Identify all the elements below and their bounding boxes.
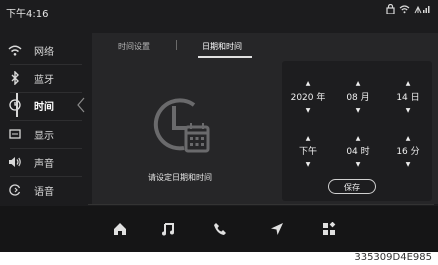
divider — [10, 176, 82, 177]
bluetooth-icon — [8, 71, 22, 85]
speaker-icon — [8, 155, 22, 169]
sidebar-item-label: 蓝牙 — [34, 74, 54, 86]
tab-divider — [176, 40, 177, 50]
tab-time-settings[interactable]: 时间设置 — [118, 41, 150, 52]
sidebar-item-label: 显示 — [34, 130, 54, 142]
music-button[interactable] — [155, 216, 181, 242]
year-down-arrow[interactable]: ▼ — [288, 108, 328, 114]
clock-calendar-icon — [153, 98, 210, 153]
sidebar-item-display[interactable]: 显示 — [0, 122, 84, 146]
status-icons — [386, 3, 430, 17]
divider — [10, 120, 82, 121]
month-down-arrow[interactable]: ▼ — [338, 108, 378, 114]
hour-down-arrow[interactable]: ▼ — [338, 162, 378, 168]
navigation-button[interactable] — [264, 216, 290, 242]
month-up-arrow[interactable]: ▲ — [338, 81, 378, 87]
sidebar-item-bluetooth[interactable]: 蓝牙 — [0, 66, 84, 90]
day-down-arrow[interactable]: ▼ — [388, 108, 428, 114]
status-time: 下午4:16 — [6, 9, 49, 20]
clock-icon — [8, 98, 22, 112]
wifi-icon — [8, 43, 22, 57]
sidebar-item-network[interactable]: 网络 — [0, 38, 84, 62]
ampm-value: 下午 — [298, 147, 317, 157]
year-up-arrow[interactable]: ▲ — [288, 81, 328, 87]
month-value: 08 月 — [346, 93, 370, 103]
divider — [10, 64, 82, 65]
navigation-icon — [271, 223, 283, 235]
hour-up-arrow[interactable]: ▲ — [338, 136, 378, 142]
sidebar-item-time[interactable]: 时间 — [0, 93, 84, 117]
hour-value: 04 时 — [346, 147, 370, 157]
phone-button[interactable] — [207, 216, 233, 242]
home-button[interactable] — [107, 216, 133, 242]
music-icon — [162, 223, 174, 236]
apps-icon — [323, 222, 336, 235]
divider — [10, 148, 82, 149]
signal-icon — [414, 4, 430, 17]
year-value: 2020 年 — [290, 93, 326, 103]
phone-icon — [214, 223, 226, 235]
date-time-picker: ▲ ▲ ▲ 2020 年 08 月 14 日 ▼ ▼ ▼ ▲ ▲ ▲ 下午 04… — [282, 61, 432, 201]
chevron-left-icon — [77, 97, 85, 113]
figure-code: 335309D4E985 — [354, 252, 432, 263]
sidebar-item-sound[interactable]: 声音 — [0, 150, 84, 174]
set-date-time-prompt: 请设定日期和时间 — [148, 173, 212, 182]
display-icon — [8, 127, 22, 141]
minute-down-arrow[interactable]: ▼ — [388, 162, 428, 168]
ampm-down-arrow[interactable]: ▼ — [288, 162, 328, 168]
voice-icon — [8, 183, 22, 197]
active-indicator — [16, 93, 18, 117]
head-unit-screen: 下午4:16 网络 蓝牙 时间 显示 声音 语音 时间设置 日期和时间 请设定日… — [0, 0, 438, 252]
bottom-dock — [0, 206, 438, 252]
minute-value: 16 分 — [396, 147, 420, 157]
lock-icon — [386, 3, 395, 17]
sidebar-item-label: 网络 — [34, 46, 54, 58]
ampm-up-arrow[interactable]: ▲ — [288, 136, 328, 142]
dock-divider — [88, 204, 434, 205]
wifi-icon — [399, 4, 410, 17]
sidebar-item-voice[interactable]: 语音 — [0, 178, 84, 202]
sidebar-item-label: 声音 — [34, 158, 54, 170]
settings-sidebar: 网络 蓝牙 时间 显示 声音 语音 — [0, 36, 88, 204]
minute-up-arrow[interactable]: ▲ — [388, 136, 428, 142]
apps-button[interactable] — [316, 216, 342, 242]
tab-date-and-time[interactable]: 日期和时间 — [202, 41, 242, 52]
day-value: 14 日 — [396, 93, 420, 103]
content-panel: 时间设置 日期和时间 请设定日期和时间 ▲ ▲ ▲ 2020 年 08 月 14… — [92, 33, 438, 204]
day-up-arrow[interactable]: ▲ — [388, 81, 428, 87]
home-icon — [114, 223, 126, 235]
sidebar-item-label: 时间 — [34, 101, 54, 113]
save-button[interactable]: 保存 — [328, 179, 376, 194]
sidebar-item-label: 语音 — [34, 186, 54, 198]
tab-underline — [198, 56, 252, 58]
